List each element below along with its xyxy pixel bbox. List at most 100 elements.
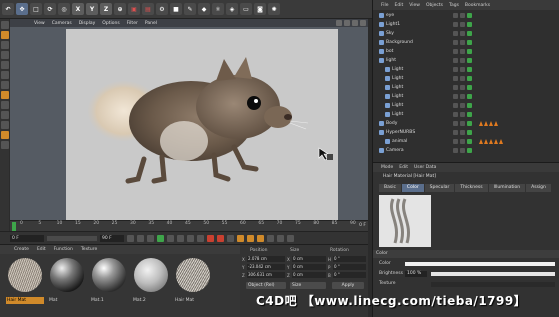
end-frame-field[interactable]: 90 F	[100, 234, 124, 242]
render-picture-viewer-icon[interactable]: ▤	[142, 3, 154, 15]
visibility-dot-icon[interactable]	[453, 40, 458, 45]
size-mode-dropdown[interactable]: Size	[290, 282, 326, 289]
size-z-field[interactable]: 0 cm	[292, 272, 326, 278]
next-key-icon[interactable]	[177, 234, 184, 242]
object-row[interactable]: eye	[373, 12, 559, 20]
visibility-dot-icon[interactable]	[453, 112, 458, 117]
enabled-check-icon[interactable]	[467, 49, 472, 54]
enabled-check-icon[interactable]	[467, 94, 472, 99]
visibility-dot-icon[interactable]	[460, 94, 465, 99]
visibility-dot-icon[interactable]	[453, 139, 458, 144]
object-row[interactable]: Light	[373, 111, 559, 119]
visibility-dot-icon[interactable]	[453, 103, 458, 108]
brightness-slider[interactable]	[431, 272, 555, 276]
point-level-key-icon[interactable]	[277, 234, 284, 242]
move-tool-icon[interactable]: ✥	[16, 3, 28, 15]
object-row[interactable]: Background	[373, 39, 559, 47]
timeline-playhead[interactable]	[12, 222, 16, 231]
tag-icon[interactable]	[499, 139, 503, 144]
zoom-view-icon[interactable]	[344, 20, 350, 26]
object-row[interactable]: Light1	[373, 21, 559, 29]
x-axis-toggle[interactable]: X	[72, 3, 84, 15]
keyframe-selection-icon[interactable]	[227, 234, 234, 242]
tab-thickness[interactable]: Thickness	[455, 184, 488, 192]
viewport-menu-filter[interactable]: Filter	[127, 21, 138, 26]
material-menu-edit[interactable]: Edit	[37, 247, 46, 252]
tab-basic[interactable]: Basic	[379, 184, 401, 192]
object-menu-objects[interactable]: Objects	[426, 3, 443, 8]
material-swatch[interactable]: Hair Mat	[6, 258, 44, 304]
preview-range-slider[interactable]	[47, 235, 97, 241]
object-row[interactable]: Light	[373, 66, 559, 74]
nurbs-icon[interactable]: ◆	[198, 3, 210, 15]
tag-icon[interactable]	[484, 121, 488, 126]
play-icon[interactable]	[157, 234, 164, 242]
visibility-dot-icon[interactable]	[460, 112, 465, 117]
rotate-view-icon[interactable]	[352, 20, 358, 26]
spline-pen-icon[interactable]: ✎	[184, 3, 196, 15]
brightness-field[interactable]: 100 %	[405, 271, 427, 277]
apply-button[interactable]: Apply	[332, 282, 364, 289]
visibility-dot-icon[interactable]	[453, 76, 458, 81]
camera-icon[interactable]: ◙	[254, 3, 266, 15]
deformer-icon[interactable]: ◈	[226, 3, 238, 15]
enabled-check-icon[interactable]	[467, 76, 472, 81]
visibility-dot-icon[interactable]	[453, 49, 458, 54]
object-menu-bookmarks[interactable]: Bookmarks	[465, 3, 490, 8]
enabled-check-icon[interactable]	[467, 139, 472, 144]
enabled-check-icon[interactable]	[467, 112, 472, 117]
cube-primitive-icon[interactable]: ■	[170, 3, 182, 15]
scene-floor-icon[interactable]: ▭	[240, 3, 252, 15]
tab-color[interactable]: Color	[401, 184, 424, 192]
object-menu-edit[interactable]: Edit	[395, 3, 404, 8]
edges-mode-icon[interactable]	[1, 71, 9, 79]
visibility-dot-icon[interactable]	[460, 130, 465, 135]
rotate-tool-icon[interactable]: ⟳	[44, 3, 56, 15]
tweak-mode-icon[interactable]	[1, 101, 9, 109]
position-key-icon[interactable]	[237, 234, 244, 242]
visibility-dot-icon[interactable]	[453, 130, 458, 135]
material-swatch[interactable]: Hair Mat	[174, 258, 212, 304]
timeline-menu-icon[interactable]	[287, 234, 294, 242]
maximize-view-icon[interactable]	[360, 20, 366, 26]
undo-icon[interactable]: ↶	[2, 3, 14, 15]
y-axis-toggle[interactable]: Y	[86, 3, 98, 15]
enabled-check-icon[interactable]	[467, 148, 472, 153]
tag-icon[interactable]	[479, 139, 483, 144]
autokey-icon[interactable]	[217, 234, 224, 242]
enabled-check-icon[interactable]	[467, 67, 472, 72]
enabled-check-icon[interactable]	[467, 40, 472, 45]
tag-icon[interactable]	[489, 121, 493, 126]
next-frame-icon[interactable]	[167, 234, 174, 242]
viewport-menu-cameras[interactable]: Cameras	[52, 21, 72, 26]
material-swatch[interactable]: Mat.1	[90, 258, 128, 304]
visibility-dot-icon[interactable]	[460, 49, 465, 54]
object-row[interactable]: Light	[373, 84, 559, 92]
tag-icon[interactable]	[494, 139, 498, 144]
previous-key-icon[interactable]	[137, 234, 144, 242]
object-row[interactable]: Body	[373, 120, 559, 128]
brush-icon[interactable]	[1, 141, 9, 149]
object-row[interactable]: bot	[373, 48, 559, 56]
object-row[interactable]: Camera	[373, 147, 559, 155]
enabled-check-icon[interactable]	[467, 85, 472, 90]
visibility-dot-icon[interactable]	[460, 67, 465, 72]
visibility-dot-icon[interactable]	[453, 94, 458, 99]
timeline-ruler[interactable]: 0 5 10 15 20 25 30 35 40 45 50 55 60 65 70 75 80 85 90 0 F	[10, 220, 368, 231]
make-editable-icon[interactable]	[1, 21, 9, 29]
loop-icon[interactable]	[197, 234, 204, 242]
visibility-dot-icon[interactable]	[460, 85, 465, 90]
size-y-field[interactable]: 0 cm	[292, 264, 326, 270]
coordinate-system-icon[interactable]: ⊕	[114, 3, 126, 15]
go-to-end-icon[interactable]	[187, 234, 194, 242]
enabled-check-icon[interactable]	[467, 31, 472, 36]
object-row[interactable]: animal	[373, 138, 559, 146]
material-swatch[interactable]: Mat	[48, 258, 86, 304]
workplane-lock-icon[interactable]	[1, 121, 9, 129]
visibility-dot-icon[interactable]	[453, 58, 458, 63]
attribute-menu-mode[interactable]: Mode	[381, 165, 393, 170]
object-row[interactable]: light	[373, 57, 559, 65]
object-menu-view[interactable]: View	[409, 3, 420, 8]
position-z-field[interactable]: 306.631 cm	[247, 272, 285, 278]
enable-axis-icon[interactable]	[1, 91, 9, 99]
